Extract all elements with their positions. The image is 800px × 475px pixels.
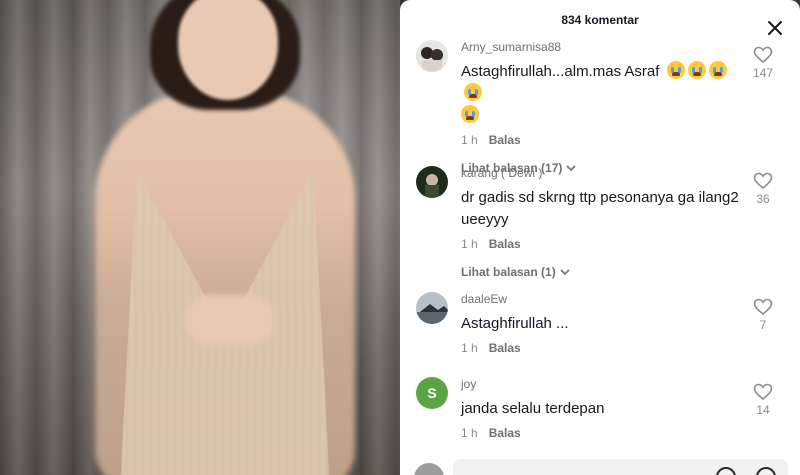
avatar-letter: S: [427, 385, 437, 401]
comment-time: 1 h: [461, 133, 478, 147]
comment-meta: 1 h Balas: [461, 341, 746, 355]
like-count: 36: [756, 192, 770, 206]
crying-emoji-icon: [666, 61, 685, 79]
like-count: 7: [759, 318, 767, 332]
reply-button[interactable]: Balas: [489, 341, 521, 355]
crying-emoji-icon: [461, 105, 479, 123]
like-button[interactable]: 147: [748, 46, 778, 80]
comment-meta: 1 h Balas: [461, 133, 746, 147]
video-player[interactable]: [0, 0, 400, 475]
video-hands: [185, 295, 275, 345]
crying-emoji-icon: [687, 61, 706, 79]
comment-text: Astaghfirullah ...: [461, 315, 569, 332]
comment-meta: 1 h Balas: [461, 237, 746, 251]
like-count: 147: [752, 66, 774, 80]
like-button[interactable]: 14: [748, 383, 778, 417]
heart-icon: [753, 46, 773, 64]
avatar[interactable]: [416, 166, 448, 198]
comments-panel: 834 komentar Arny_sumarnisa88 Astaghfiru…: [400, 0, 800, 475]
close-icon[interactable]: [766, 19, 784, 37]
heart-icon: [753, 298, 773, 316]
like-count: 14: [756, 403, 770, 417]
like-button[interactable]: 36: [748, 172, 778, 206]
comment-text: dr gadis sd skrng ttp pesonanya ga ilang…: [461, 189, 739, 228]
comment-text: Astaghfirullah...alm.mas Asraf: [461, 61, 746, 127]
comment-meta: 1 h Balas: [461, 426, 746, 440]
comments-header: 834 komentar: [400, 0, 800, 40]
heart-icon: [753, 383, 773, 401]
crying-emoji-icon: [464, 83, 482, 101]
avatar[interactable]: [416, 40, 448, 72]
heart-icon: [753, 172, 773, 190]
comment-username[interactable]: Arny_sumarnisa88: [461, 40, 746, 54]
comment-time: 1 h: [461, 341, 478, 355]
comment-input[interactable]: [453, 459, 788, 475]
reply-button[interactable]: Balas: [489, 133, 521, 147]
reply-button[interactable]: Balas: [489, 237, 521, 251]
comment-text: janda selalu terdepan: [461, 400, 605, 417]
view-replies-label: Lihat balasan (1): [461, 265, 556, 279]
comments-count-title: 834 komentar: [561, 13, 639, 27]
reply-button[interactable]: Balas: [489, 426, 521, 440]
avatar[interactable]: [416, 292, 448, 324]
comment-username[interactable]: joy: [461, 377, 746, 391]
avatar[interactable]: S: [416, 377, 448, 409]
comment-input-bar: [400, 455, 800, 475]
crying-emoji-icon: [708, 61, 727, 79]
comment-username[interactable]: karang ( Dewi ): [461, 166, 746, 180]
comment-username[interactable]: daaleEw: [461, 292, 746, 306]
view-replies-button[interactable]: Lihat balasan (1): [461, 265, 746, 279]
chevron-down-icon: [560, 269, 570, 276]
comment-time: 1 h: [461, 237, 478, 251]
comment-time: 1 h: [461, 426, 478, 440]
like-button[interactable]: 7: [748, 298, 778, 332]
user-avatar: [414, 463, 444, 475]
